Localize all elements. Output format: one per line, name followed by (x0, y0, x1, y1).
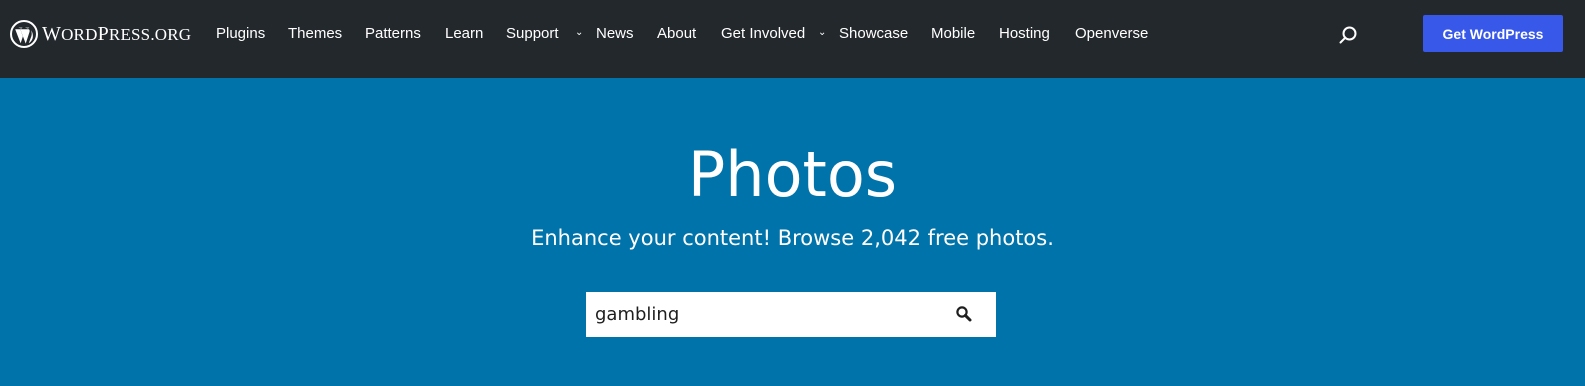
nav-item-patterns[interactable]: Patterns (365, 24, 421, 44)
magnifier-icon-graphic (956, 306, 972, 322)
page-subtitle: Enhance your content! Browse 2,042 free … (531, 226, 1054, 250)
page-title: Photos (687, 138, 898, 211)
nav-item-about[interactable]: About (657, 24, 696, 44)
nav-item-news[interactable]: News (596, 24, 634, 44)
wordpress-logo-icon (10, 20, 38, 48)
get-involved-chevron-down-icon[interactable]: ⌄ (818, 26, 828, 40)
magnifier-icon[interactable] (952, 302, 978, 328)
nav-item-openverse[interactable]: Openverse (1075, 24, 1148, 44)
nav-item-hosting[interactable]: Hosting (999, 24, 1050, 44)
nav-item-learn[interactable]: Learn (445, 24, 483, 44)
nav-item-get-involved[interactable]: Get Involved (721, 24, 805, 44)
photo-search-form (586, 292, 996, 337)
wordpress-logo-link[interactable]: WORDPRESS.ORG (10, 19, 191, 49)
nav-item-themes[interactable]: Themes (288, 24, 342, 44)
nav-item-plugins[interactable]: Plugins (216, 24, 265, 44)
support-chevron-down-icon[interactable]: ⌄ (575, 26, 585, 40)
photo-search-input[interactable] (586, 292, 935, 337)
nav-item-support[interactable]: Support (506, 24, 559, 44)
logo-wordmark: WORDPRESS.ORG (42, 22, 192, 45)
search-icon[interactable] (1337, 24, 1359, 46)
get-wordpress-button[interactable]: Get WordPress (1423, 15, 1563, 52)
nav-item-mobile[interactable]: Mobile (931, 24, 975, 44)
nav-item-showcase[interactable]: Showcase (839, 24, 908, 44)
global-header: WORDPRESS.ORG Plugins Themes Patterns Le… (0, 0, 1585, 78)
search-icon-graphic (1339, 26, 1357, 44)
